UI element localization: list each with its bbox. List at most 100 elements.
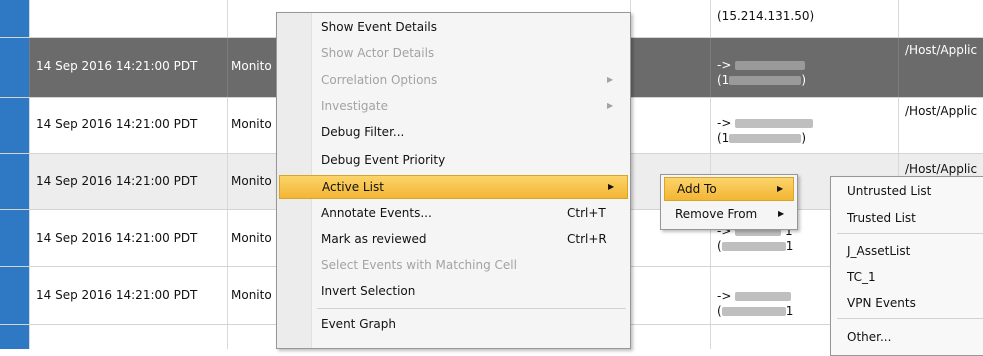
redacted-value <box>735 292 792 301</box>
name-text: Monito <box>231 174 272 188</box>
menu-item-label: Correlation Options <box>321 73 438 87</box>
time-cell: 14 Sep 2016 14:21:00 PDT <box>29 154 227 209</box>
address-close: ) <box>801 131 807 145</box>
menu-item-vpn-events[interactable]: VPN Events <box>831 292 983 314</box>
name-cell: Monito <box>227 38 277 97</box>
path-text: /Host/Applic <box>905 104 978 118</box>
path-text: /Host/Applic <box>905 162 978 176</box>
menu-item-label: Mark as reviewed <box>321 232 427 246</box>
row-marker <box>0 98 29 153</box>
menu-item-debug-event-priority[interactable]: Debug Event Priority <box>277 149 630 171</box>
top-address: (15.214.131.50) <box>717 9 815 23</box>
address-close: 1 <box>785 239 794 253</box>
address-open: ( <box>717 239 722 253</box>
menu-item-shortcut: Ctrl+T <box>567 206 606 220</box>
menu-item-label: Show Actor Details <box>321 46 435 60</box>
menu-item-label: Untrusted List <box>847 184 932 198</box>
menu-item-label: Investigate <box>321 99 388 113</box>
time-text: 14 Sep 2016 14:21:00 PDT <box>36 59 198 73</box>
submenu-arrow-icon: ▶ <box>607 101 614 110</box>
submenu-arrow-icon: ▶ <box>607 75 614 84</box>
menu-item-label: Invert Selection <box>321 284 416 298</box>
menu-item-label: Debug Filter... <box>321 125 405 139</box>
time-cell: 14 Sep 2016 14:21:00 PDT <box>29 38 227 97</box>
name-cell: Monito <box>227 154 277 209</box>
menu-item-show-actor-details: Show Actor Details <box>277 42 630 64</box>
menu-item-investigate: Investigate ▶ <box>277 95 630 117</box>
address-line-2: (1 <box>717 304 793 318</box>
menu-item-label: Select Events with Matching Cell <box>321 258 517 272</box>
menu-item-debug-filter[interactable]: Debug Filter... <box>277 121 630 143</box>
redacted-value <box>735 61 806 70</box>
time-cell: 14 Sep 2016 14:21:00 PDT <box>29 98 227 153</box>
menu-item-active-list[interactable]: Active List ▶ <box>279 175 628 199</box>
menu-item-annotate-events[interactable]: Annotate Events... Ctrl+T <box>277 202 630 224</box>
name-cell: Monito <box>227 210 277 266</box>
address-cell: (15.214.131.50) <box>710 0 898 37</box>
name-text: Monito <box>231 59 272 73</box>
path-cell <box>898 0 983 37</box>
menu-item-trusted-list[interactable]: Trusted List <box>831 207 983 229</box>
blank-cell <box>630 0 710 37</box>
address-close: 1 <box>785 304 794 318</box>
row-marker <box>0 325 29 349</box>
address-line-2: (1) <box>717 131 806 145</box>
address-line-1: -> <box>717 116 814 130</box>
menu-item-add-to[interactable]: Add To ▶ <box>664 177 794 201</box>
menu-item-label: Annotate Events... <box>321 206 432 220</box>
address-arrow: -> <box>717 116 736 130</box>
path-text: /Host/Applic <box>905 43 978 57</box>
menu-item-invert-selection[interactable]: Invert Selection <box>277 280 630 302</box>
submenu-arrow-icon: ▶ <box>608 182 615 191</box>
menu-item-show-event-details[interactable]: Show Event Details <box>277 16 630 38</box>
time-cell: 14 Sep 2016 14:21:00 PDT <box>29 267 227 324</box>
menu-item-label: Other... <box>847 330 892 344</box>
menu-item-label: VPN Events <box>847 296 916 310</box>
time-cell <box>29 0 227 37</box>
name-cell: Monito <box>227 98 277 153</box>
menu-item-label: TC_1 <box>847 270 876 284</box>
time-text: 14 Sep 2016 14:21:00 PDT <box>36 288 198 302</box>
time-text: 14 Sep 2016 14:21:00 PDT <box>36 117 198 131</box>
menu-item-label: Show Event Details <box>321 20 437 34</box>
menu-separator <box>317 308 626 309</box>
time-text: 14 Sep 2016 14:21:00 PDT <box>36 231 198 245</box>
address-line-1: -> <box>717 289 792 303</box>
menu-item-label: Add To <box>677 182 717 196</box>
row-marker <box>0 38 29 97</box>
blank-cell <box>630 98 710 153</box>
address-close: ) <box>801 73 807 87</box>
address-open: (1 <box>717 131 730 145</box>
menu-item-correlation-options: Correlation Options ▶ <box>277 69 630 91</box>
submenu-arrow-icon: ▶ <box>777 184 784 193</box>
menu-item-j-assetlist[interactable]: J_AssetList <box>831 240 983 262</box>
name-cell <box>227 325 277 349</box>
menu-item-untrusted-list[interactable]: Untrusted List <box>831 180 983 202</box>
menu-item-remove-from[interactable]: Remove From ▶ <box>661 203 797 225</box>
menu-item-tc-1[interactable]: TC_1 <box>831 266 983 288</box>
address-line-1: -> <box>717 58 806 72</box>
blank-cell <box>630 267 710 324</box>
name-cell: Monito <box>227 267 277 324</box>
path-cell: /Host/Applic <box>898 98 983 153</box>
menu-item-event-graph[interactable]: Event Graph <box>277 313 630 335</box>
blank-cell <box>630 325 710 349</box>
time-text: 14 Sep 2016 14:21:00 PDT <box>36 174 198 188</box>
menu-item-other[interactable]: Other... <box>831 326 983 348</box>
menu-item-label: Trusted List <box>847 211 916 225</box>
menu-item-label: J_AssetList <box>847 244 911 258</box>
address-arrow: -> <box>717 58 736 72</box>
name-text: Monito <box>231 117 272 131</box>
menu-item-label: Debug Event Priority <box>321 153 446 167</box>
name-text: Monito <box>231 288 272 302</box>
address-open: ( <box>717 304 722 318</box>
redacted-value <box>735 119 814 128</box>
menu-item-shortcut: Ctrl+R <box>567 232 607 246</box>
address-open: (1 <box>717 73 730 87</box>
submenu-arrow-icon: ▶ <box>778 209 785 218</box>
address-cell: -> (1) <box>710 98 898 153</box>
redacted-value <box>729 134 802 143</box>
menu-separator <box>837 233 983 234</box>
menu-item-mark-as-reviewed[interactable]: Mark as reviewed Ctrl+R <box>277 228 630 250</box>
time-cell <box>29 325 227 349</box>
